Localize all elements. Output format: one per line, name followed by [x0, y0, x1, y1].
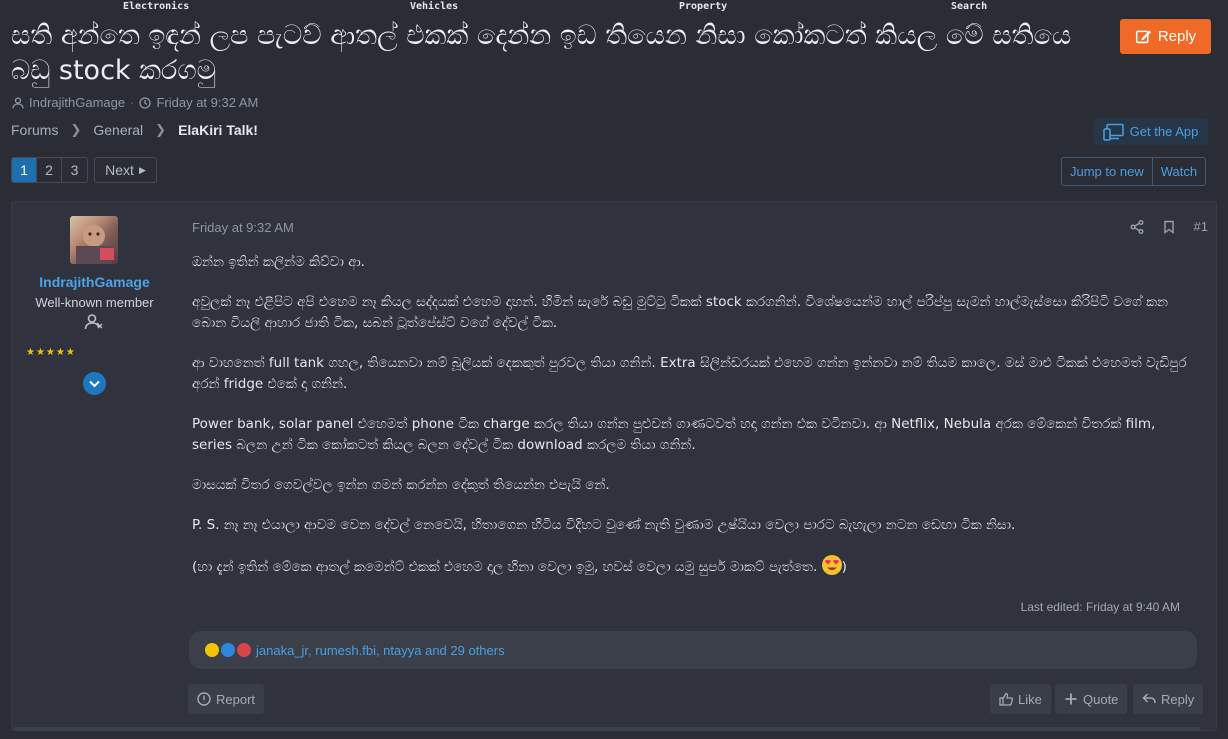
post-paragraph: ඔන්න ඉතින් කලින්ම කිව්වා ආ.	[192, 254, 365, 270]
alert-circle-icon	[197, 692, 211, 706]
breadcrumb-general[interactable]: General	[93, 122, 143, 138]
report-label: Report	[216, 691, 256, 707]
page-1[interactable]: 1	[12, 158, 37, 182]
thumbs-up-icon	[999, 692, 1013, 706]
next-label: Next	[105, 162, 134, 178]
user-icon	[12, 96, 24, 109]
last-edited: Last edited: Friday at 9:40 AM	[1020, 600, 1180, 614]
post-paragraph: මාසයක් විතර ගෙවල්වල ඉන්න ගමන් කරන්න දේකු…	[192, 477, 610, 493]
post-header-actions: #1	[1130, 219, 1208, 234]
breadcrumb-forums[interactable]: Forums	[11, 122, 58, 138]
thread-date[interactable]: Friday at 9:32 AM	[156, 95, 258, 110]
post-paragraph: Power bank, solar panel එහෙමත් phone ටික…	[192, 416, 1156, 453]
heart-eyes-emoji-icon	[821, 555, 842, 575]
nav-electronics[interactable]: Electronics	[123, 1, 189, 12]
chevron-down-icon	[89, 380, 100, 387]
report-button[interactable]: Report	[188, 684, 265, 714]
breadcrumb-current[interactable]: ElaKiri Talk!	[178, 122, 258, 138]
reaction-users[interactable]: janaka_jr, rumesh.fbi, ntayya and 29 oth…	[256, 643, 505, 658]
post: IndrajithGamage Well-known member ★★★★★ …	[11, 201, 1217, 731]
post-date[interactable]: Friday at 9:32 AM	[192, 220, 294, 235]
plus-icon	[1065, 693, 1077, 705]
user-title: Well-known member	[35, 295, 154, 310]
post-paragraph-text: (හා දැන් ඉතින් මේකෙ ආතල් කමෙන්ට් එකක් එහ…	[192, 559, 818, 575]
page-numbers: 1 2 3	[11, 157, 88, 183]
bookmark-icon[interactable]	[1162, 220, 1176, 234]
chevron-right-icon: ❯	[155, 122, 167, 137]
post-body: ඔන්න ඉතින් කලින්ම කිව්වා ආ. අවුලක් නෑ එළ…	[192, 252, 1192, 597]
like-reaction-icon	[221, 643, 235, 657]
nav-property[interactable]: Property	[679, 1, 727, 12]
chevron-right-icon: ❯	[70, 122, 82, 137]
get-app-button[interactable]: Get the App	[1093, 118, 1208, 145]
nav-vehicles[interactable]: Vehicles	[410, 1, 458, 12]
member-badge-icon	[84, 314, 103, 330]
meta-separator: ·	[130, 95, 135, 110]
post-username[interactable]: IndrajithGamage	[12, 274, 177, 290]
caret-right-icon: ▶	[138, 164, 146, 175]
like-label: Like	[1018, 691, 1042, 707]
post-paragraph: අවුලක් නෑ එළිපිට අපි එහෙම නෑ කියල සද්දයක…	[192, 294, 1169, 331]
share-icon[interactable]	[1130, 219, 1144, 234]
top-nav: Electronics Vehicles Property Search	[0, 0, 1228, 14]
quote-button[interactable]: Quote	[1055, 684, 1128, 714]
reactions-bar[interactable]: janaka_jr, rumesh.fbi, ntayya and 29 oth…	[189, 631, 1197, 669]
post-paragraph: ආ වාහනෙත් full tank ගහල, තියෙනවා නම් බූල…	[192, 355, 1187, 392]
page-2[interactable]: 2	[37, 158, 62, 182]
get-app-label: Get the App	[1129, 124, 1199, 139]
pagination: 1 2 3 Next ▶	[11, 157, 157, 183]
dislike-reaction-icon	[237, 643, 251, 657]
edit-icon	[1135, 30, 1151, 44]
post-paragraph: P. S. නෑ නෑ එයාලා ආවම වෙන දේවල් නෙවෙයි, …	[192, 517, 1016, 533]
thread-meta: IndrajithGamage · Friday at 9:32 AM	[12, 95, 258, 110]
post-number[interactable]: #1	[1194, 219, 1208, 234]
post-reply-button[interactable]: Reply	[1133, 684, 1204, 714]
thread-actions: Jump to new Watch	[1061, 157, 1207, 186]
post-user-panel: IndrajithGamage Well-known member ★★★★★	[12, 202, 177, 730]
thread-title: සති අන්තෙ ඉඳන් ලප පැටව් ආතල් එකක් දෙන්න …	[11, 20, 1072, 86]
closing-paren: )	[841, 559, 847, 575]
rating-stars: ★★★★★	[26, 347, 76, 358]
expand-user-button[interactable]	[83, 372, 106, 395]
post-paragraph-last: (හා දැන් ඉතින් මේකෙ ආතල් කමෙන්ට් එකක් එහ…	[192, 555, 1192, 578]
reply-arrow-icon	[1142, 693, 1156, 704]
avatar[interactable]	[70, 216, 118, 264]
quote-label: Quote	[1083, 691, 1119, 707]
post-reply-label: Reply	[1161, 691, 1195, 707]
page-3[interactable]: 3	[62, 158, 87, 182]
devices-icon	[1102, 123, 1124, 141]
thread-author[interactable]: IndrajithGamage	[29, 95, 125, 110]
laugh-reaction-icon	[205, 643, 219, 657]
reply-button-label: Reply	[1157, 28, 1197, 45]
like-button[interactable]: Like	[990, 684, 1051, 714]
scroll-divider	[14, 727, 1200, 731]
jump-to-new-button[interactable]: Jump to new	[1062, 158, 1152, 185]
breadcrumb: Forums ❯ General ❯ ElaKiri Talk!	[11, 122, 258, 138]
watch-button[interactable]: Watch	[1151, 158, 1205, 185]
clock-icon	[139, 96, 152, 109]
next-page-button[interactable]: Next ▶	[94, 157, 157, 183]
nav-search[interactable]: Search	[951, 1, 987, 12]
reply-button[interactable]: Reply	[1120, 19, 1211, 54]
